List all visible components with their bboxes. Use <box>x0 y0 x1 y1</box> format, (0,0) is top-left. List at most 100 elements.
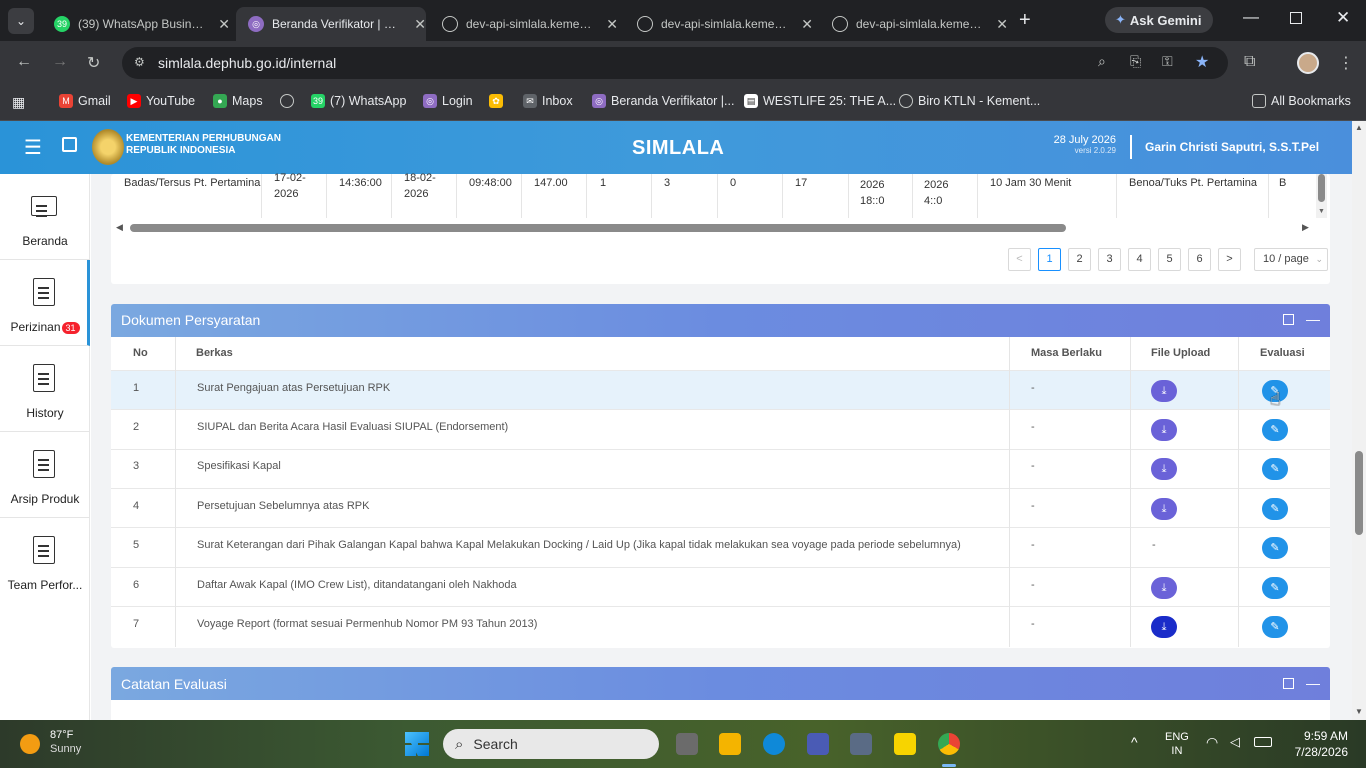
site-info-icon[interactable]: ⚙ <box>134 55 145 69</box>
bookmark-westlife[interactable]: ▤ WESTLIFE 25: THE A... <box>744 94 896 108</box>
language-indicator[interactable]: ENG IN <box>1165 730 1189 758</box>
app-icon[interactable] <box>807 733 829 755</box>
windows-start-icon[interactable] <box>405 732 429 756</box>
bookmark-whatsapp[interactable]: 39 (7) WhatsApp <box>311 94 406 108</box>
camera-icon[interactable] <box>850 733 872 755</box>
bookmark-photos[interactable]: ✿ <box>489 94 508 108</box>
evaluate-button[interactable]: ✎ <box>1262 458 1288 480</box>
tab-list-icon[interactable]: ⌄ <box>8 8 34 34</box>
weather-widget[interactable]: 87°F Sunny <box>50 728 81 756</box>
menu-icon[interactable]: ⋮ <box>1338 53 1354 73</box>
header-date: 28 July 2026 versi 2.0.29 <box>1053 134 1116 155</box>
pagination-prev[interactable]: < <box>1008 248 1031 271</box>
volume-icon[interactable]: ◁ <box>1230 734 1240 750</box>
bookmark-youtube[interactable]: ▶ YouTube <box>127 94 195 108</box>
pagination-page-5[interactable]: 5 <box>1158 248 1181 271</box>
download-button[interactable]: ⤓ <box>1151 380 1177 402</box>
sidebar-item-beranda[interactable]: Beranda <box>0 174 90 260</box>
bookmark-maps[interactable]: ● Maps <box>213 94 263 108</box>
close-window-button[interactable]: ✕ <box>1336 8 1350 28</box>
back-icon[interactable]: ← <box>16 53 32 71</box>
close-icon[interactable]: ✕ <box>606 16 618 33</box>
sidebar-item-history[interactable]: History <box>0 346 90 432</box>
close-icon[interactable]: ✕ <box>996 16 1008 33</box>
download-button[interactable]: ⤓ <box>1151 616 1177 638</box>
show-hidden-icons[interactable]: ^ <box>1131 734 1138 750</box>
sticky-notes-icon[interactable] <box>894 733 916 755</box>
sidebar-item-arsip-produk[interactable]: Arsip Produk <box>0 432 90 518</box>
download-button[interactable]: ⤓ <box>1151 498 1177 520</box>
horizontal-scroll-thumb[interactable] <box>130 224 1066 232</box>
hamburger-menu-icon[interactable]: ☰ <box>24 135 42 160</box>
pagination-page-3[interactable]: 3 <box>1098 248 1121 271</box>
weather-sun-icon[interactable] <box>20 734 40 754</box>
profile-avatar[interactable] <box>1297 52 1319 74</box>
bookmark-biro-ktln[interactable]: Biro KTLN - Kement... <box>899 94 1040 108</box>
pagination-page-4[interactable]: 4 <box>1128 248 1151 271</box>
forward-icon[interactable]: → <box>52 53 68 71</box>
reload-icon[interactable]: ↻ <box>87 53 100 73</box>
tab-dev-api-2[interactable]: dev-api-simlala.kemenhub ✕ <box>625 7 813 41</box>
evaluate-button[interactable]: ✎ <box>1262 419 1288 441</box>
system-clock[interactable]: 9:59 AM 7/28/2026 <box>1286 728 1348 760</box>
tab-dev-api-3[interactable]: dev-api-simlala.kemenhub ✕ <box>820 7 1008 41</box>
pagination-page-1[interactable]: 1 <box>1038 248 1061 271</box>
table-vertical-scrollbar[interactable]: ▼ <box>1316 174 1327 218</box>
expand-icon[interactable] <box>1283 314 1294 325</box>
sidebar-item-perizinan[interactable]: Perizinan 31 <box>0 260 90 346</box>
expand-icon[interactable] <box>1283 678 1294 689</box>
install-icon[interactable]: ⎘ <box>1130 53 1141 70</box>
fullscreen-icon[interactable] <box>62 137 77 152</box>
user-name[interactable]: Garin Christi Saputri, S.S.T.Pel <box>1145 140 1319 154</box>
bookmark-star-icon[interactable]: ★ <box>1195 52 1209 72</box>
minimize-button[interactable]: — <box>1243 9 1259 27</box>
restore-button[interactable] <box>1290 12 1302 24</box>
extensions-icon[interactable]: ⧉ <box>1244 53 1255 71</box>
password-key-icon[interactable]: ⚿ <box>1162 53 1173 70</box>
pagination-page-2[interactable]: 2 <box>1068 248 1091 271</box>
task-view-icon[interactable] <box>676 733 698 755</box>
bookmark-login[interactable]: ◎ Login <box>423 94 473 108</box>
evaluate-button[interactable]: ✎ <box>1262 537 1288 559</box>
tab-beranda-verifikator[interactable]: ◎ Beranda Verifikator | Simlala ✕ <box>236 7 426 41</box>
tab-dev-api-1[interactable]: dev-api-simlala.kemenhub ✕ <box>430 7 618 41</box>
pagination-page-6[interactable]: 6 <box>1188 248 1211 271</box>
close-icon[interactable]: ✕ <box>218 16 230 33</box>
all-bookmarks[interactable]: All Bookmarks <box>1252 94 1351 108</box>
close-icon[interactable]: ✕ <box>414 16 426 33</box>
collapse-icon[interactable]: — <box>1306 311 1320 327</box>
chrome-icon[interactable] <box>938 733 960 755</box>
url-field[interactable]: ⚙ simlala.dephub.go.id/internal ⌕ ⎘ ⚿ ★ <box>122 47 1228 79</box>
bookmark-gmail[interactable]: M Gmail <box>59 94 111 108</box>
file-explorer-icon[interactable] <box>719 733 741 755</box>
document-icon: ▤ <box>744 94 758 108</box>
col-berkas: Berkas <box>196 347 233 359</box>
wifi-icon[interactable]: ◠ <box>1206 734 1218 751</box>
collapse-icon[interactable]: — <box>1306 675 1320 691</box>
ask-gemini-button[interactable]: ✦ Ask Gemini <box>1105 7 1213 33</box>
chevron-down-icon: ⌄ <box>1315 254 1323 264</box>
evaluate-button[interactable]: ✎ <box>1262 498 1288 520</box>
page-vertical-scrollbar[interactable]: ▲ ▼ <box>1352 121 1366 720</box>
evaluate-button[interactable]: ✎ <box>1262 577 1288 599</box>
page-size-select[interactable]: 10 / page ⌄ <box>1254 248 1328 271</box>
new-tab-button[interactable]: + <box>1019 9 1031 32</box>
zoom-icon[interactable]: ⌕ <box>1098 53 1106 70</box>
close-icon[interactable]: ✕ <box>801 16 813 33</box>
bookmark-globe[interactable] <box>280 94 299 108</box>
bookmark-inbox[interactable]: ✉ Inbox <box>523 94 573 108</box>
battery-icon[interactable] <box>1254 737 1272 747</box>
bookmark-beranda-verifikator[interactable]: ◎ Beranda Verifikator |... <box>592 94 734 108</box>
edge-icon[interactable] <box>763 733 785 755</box>
evaluate-button[interactable]: ✎ <box>1262 616 1288 638</box>
page-scroll-thumb[interactable] <box>1355 451 1363 535</box>
pagination-next[interactable]: > <box>1218 248 1241 271</box>
download-button[interactable]: ⤓ <box>1151 458 1177 480</box>
table-horizontal-scrollbar[interactable]: ◀ ▶ <box>114 221 1313 235</box>
download-button[interactable]: ⤓ <box>1151 419 1177 441</box>
tab-whatsapp[interactable]: 39 (39) WhatsApp Business ✕ <box>42 7 230 41</box>
taskbar-search[interactable]: ⌕ Search <box>443 729 659 759</box>
download-button[interactable]: ⤓ <box>1151 577 1177 599</box>
sidebar-item-team-performance[interactable]: Team Perfor... <box>0 518 90 604</box>
apps-icon[interactable]: ▦ <box>12 94 25 111</box>
